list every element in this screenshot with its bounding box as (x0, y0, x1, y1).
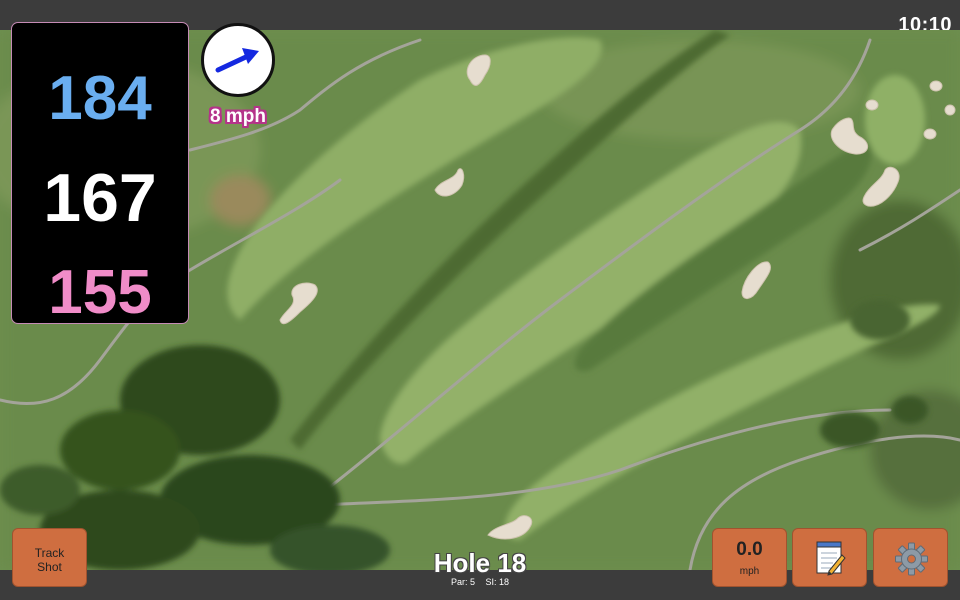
notes-button[interactable] (792, 528, 867, 587)
speed-button[interactable]: 0.0 mph (712, 528, 787, 587)
distance-front: 155 (48, 258, 152, 327)
hole-stroke-index: SI: 18 (485, 577, 510, 587)
hole-title: Hole 18 (433, 548, 527, 578)
wind-indicator[interactable] (201, 23, 275, 97)
speed-value: 0.0 (736, 539, 763, 560)
track-shot-label-line1: Track (34, 546, 65, 560)
wind-speed-label: 8 mph (210, 106, 266, 127)
track-shot-label-line2: Shot (37, 560, 62, 574)
distance-panel: 184 167 155 (11, 22, 189, 327)
hole-info: Par: 5 SI: 18 (380, 577, 580, 587)
arrow-icon (215, 48, 259, 73)
hole-par: Par: 5 (450, 577, 475, 587)
speed-unit: mph (739, 566, 760, 577)
notepad-icon (816, 541, 846, 576)
gear-icon (895, 542, 928, 576)
distance-back: 184 (48, 64, 152, 133)
track-shot-button[interactable]: Track Shot (12, 528, 87, 587)
settings-button[interactable] (873, 528, 948, 587)
distance-middle: 167 (43, 160, 157, 236)
